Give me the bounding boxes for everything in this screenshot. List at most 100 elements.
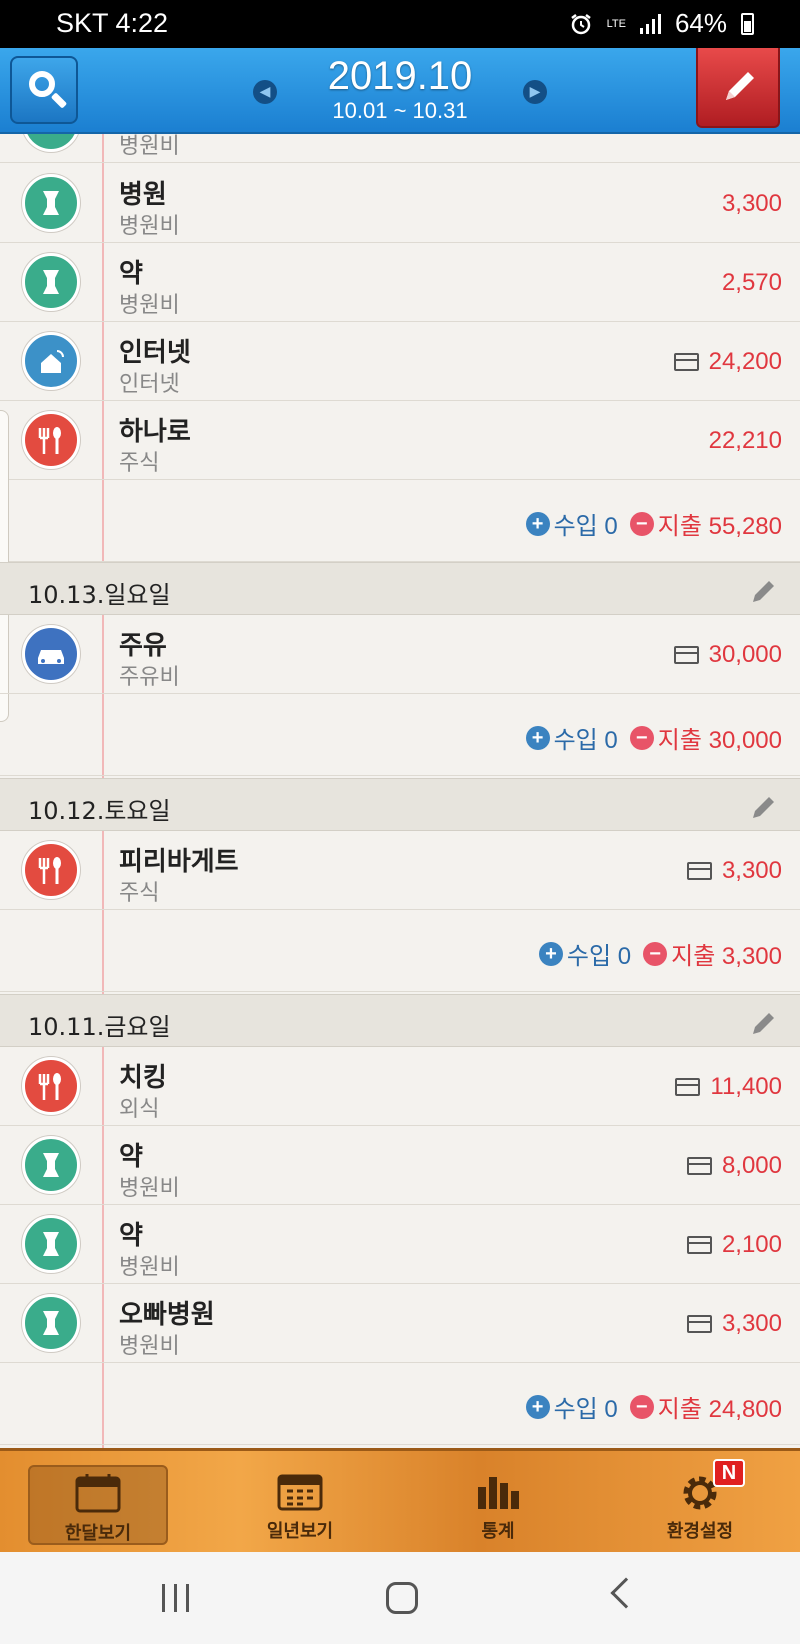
plus-icon: + [525,725,550,750]
medical-icon [22,1294,80,1352]
fork-knife-icon [22,1057,80,1115]
entry-name: 오빠병원 [119,1300,215,1330]
medical-icon [22,1215,80,1273]
entry-amount: 30,000 [673,641,782,669]
entry-name: 인터넷 [119,338,191,368]
edit-pencil-icon[interactable] [750,1009,778,1037]
minus-icon: − [629,725,654,750]
entry-name: 약 [119,1221,143,1251]
plus-icon: + [525,1394,550,1419]
medical-icon [22,253,80,311]
recents-button[interactable] [162,1584,189,1612]
transaction-list[interactable]: 병원비 병원 병원비 3,300 약 병원비 2,570 인터넷 인터넷 24,… [0,134,800,1448]
next-month-button[interactable]: ▶ [523,80,547,104]
system-nav-bar [0,1552,800,1644]
day-date: 10.11.금요일 [28,1013,171,1041]
home-button[interactable] [386,1582,418,1614]
list-item[interactable]: 피리바게트 주식 3,300 [0,831,800,910]
entry-category: 주식 [119,881,160,906]
entry-amount: 3,300 [686,1310,782,1338]
month-header: ◀ 2019.10 10.01 ~ 10.31 ▶ [0,48,800,134]
battery-percent: 64% [674,8,727,38]
entry-amount: 3,300 [721,190,782,217]
entry-category: 주유비 [119,665,180,690]
entry-name: 병원 [119,180,167,210]
day-date: 10.13.일요일 [28,581,171,609]
list-item[interactable]: 병원비 [0,134,800,163]
entry-category: 주식 [119,451,160,476]
credit-card-icon [675,1078,701,1096]
day-summary: + 수입 0 − 지출 24,800 [0,1363,800,1445]
expense-total: − 지출 55,280 [629,506,782,541]
income-total: + 수입 0 [525,506,618,541]
status-bar: SKT 4:22 LTE 64% [0,0,800,48]
edit-pencil-icon[interactable] [750,793,778,821]
entry-name: 약 [119,1142,143,1172]
back-button[interactable] [610,1577,642,1609]
day-date: 10.12.토요일 [28,797,171,825]
credit-card-icon [686,1236,712,1254]
lte-indicator: LTE [606,17,626,30]
fork-knife-icon [22,411,80,469]
entry-category: 병원비 [119,293,180,318]
day-summary: + 수입 0 − 지출 55,280 [0,480,800,562]
entry-name: 약 [119,259,143,289]
list-item[interactable]: 주유 주유비 30,000 [0,615,800,694]
tab-stats[interactable]: 통계 [428,1465,568,1545]
medical-icon [22,134,80,152]
bar-chart-icon [478,1477,519,1509]
entry-name: 주유 [119,631,167,661]
credit-card-icon [673,646,699,664]
entry-category: 병원비 [119,214,180,239]
edit-pencil-icon[interactable] [750,577,778,605]
entry-amount: 11,400 [675,1073,782,1101]
bottom-tab-bar: 한달보기 일년보기 통계 N 환경설정 [0,1448,800,1552]
minus-icon: − [629,511,654,536]
day-header: 10.13.일요일 [0,562,800,615]
calendar-month-icon [75,1474,121,1513]
signal-icon [639,13,661,34]
tab-settings[interactable]: N 환경설정 [630,1459,770,1545]
day-summary: + 수입 0 − 지출 30,000 [0,694,800,776]
entry-category: 병원비 [119,1255,180,1280]
tab-month[interactable]: 한달보기 [28,1465,168,1545]
entry-name: 하나로 [119,417,191,447]
list-item[interactable]: 하나로 주식 22,210 [0,401,800,480]
tab-year[interactable]: 일년보기 [230,1465,370,1545]
medical-icon [22,174,80,232]
income-total: + 수입 0 [525,1389,618,1424]
entry-amount: 2,570 [721,269,782,296]
list-item[interactable]: 약 병원비 2,570 [0,243,800,322]
entry-amount: 2,100 [686,1231,782,1259]
entry-amount: 8,000 [686,1152,782,1180]
carrier-time: SKT 4:22 [56,8,169,38]
month-range: 10.01 ~ 10.31 [332,98,468,123]
list-item[interactable]: 약 병원비 8,000 [0,1126,800,1205]
car-icon [22,625,80,683]
entry-category: 병원비 [119,134,180,159]
credit-card-icon [686,1315,712,1333]
list-item[interactable]: 인터넷 인터넷 24,200 [0,322,800,401]
internet-icon [22,332,80,390]
chevron-right-icon: ▶ [529,84,541,100]
medical-icon [22,1136,80,1194]
day-header: 10.11.금요일 [0,994,800,1047]
entry-amount: 22,210 [708,427,782,454]
income-total: + 수입 0 [538,936,631,971]
credit-card-icon [686,862,712,880]
day-header: 10.12.토요일 [0,778,800,831]
fork-knife-icon [22,841,80,899]
plus-icon: + [538,941,563,966]
write-button[interactable] [696,48,780,128]
list-item[interactable]: 치킹 외식 11,400 [0,1047,800,1126]
entry-category: 병원비 [119,1334,180,1359]
calendar-year-icon [277,1474,323,1511]
list-item[interactable]: 병원 병원비 3,300 [0,164,800,243]
list-item[interactable]: 오빠병원 병원비 3,300 [0,1284,800,1363]
list-item[interactable]: 약 병원비 2,100 [0,1205,800,1284]
day-summary: + 수입 0 − 지출 3,300 [0,910,800,992]
month-title[interactable]: 2019.10 [0,54,800,99]
expense-total: − 지출 30,000 [629,720,782,755]
income-total: + 수입 0 [525,720,618,755]
entry-category: 외식 [119,1097,160,1122]
